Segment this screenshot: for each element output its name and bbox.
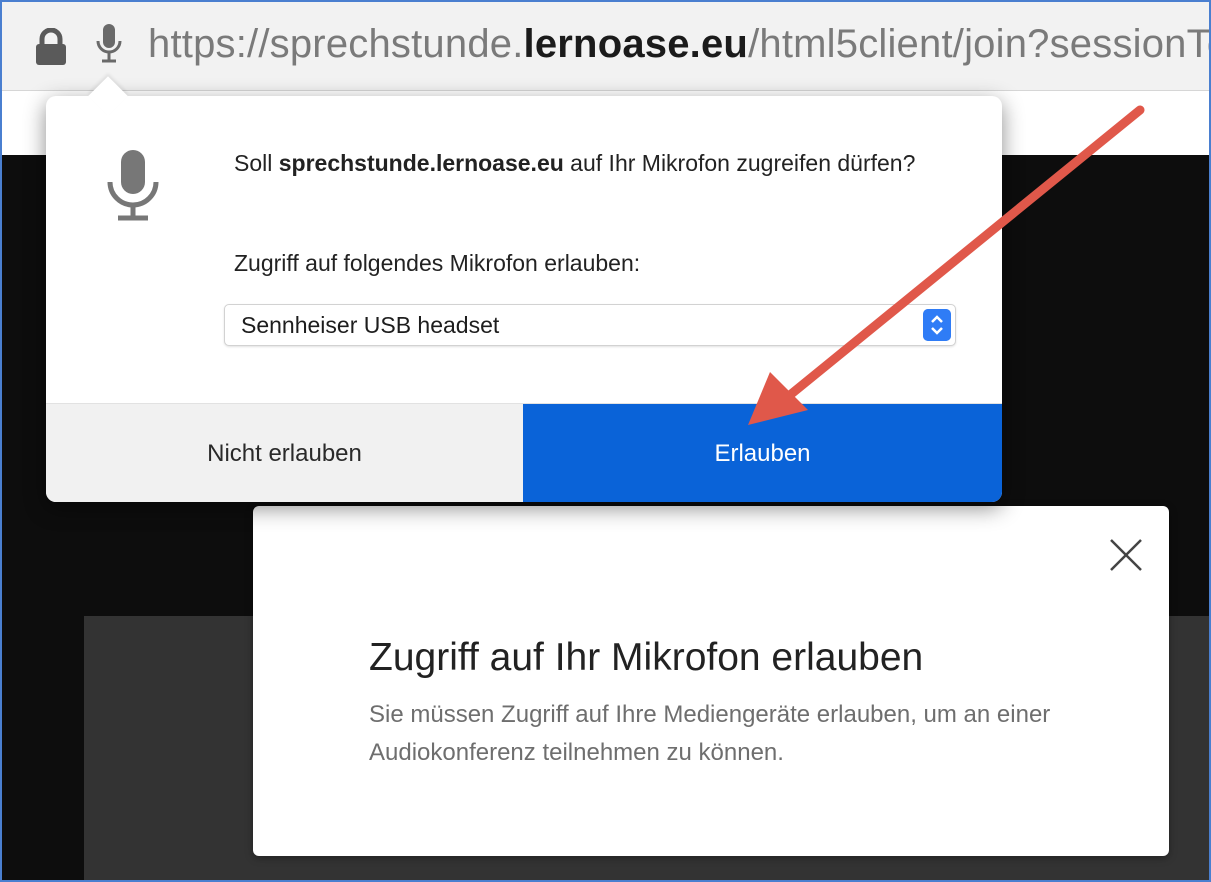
url-prefix: https://sprechstunde. xyxy=(148,22,524,66)
browser-url-bar[interactable]: https://sprechstunde.lernoase.eu/html5cl… xyxy=(0,0,1211,91)
url-host: lernoase.eu xyxy=(523,22,749,66)
close-icon[interactable] xyxy=(1109,538,1143,572)
allow-button[interactable]: Erlauben xyxy=(523,404,1002,502)
modal-title: Zugriff auf Ihr Mikrofon erlauben xyxy=(369,636,924,679)
url-suffix: /html5client/join?sessionTok xyxy=(748,22,1211,66)
question-host: sprechstunde.lernoase.eu xyxy=(278,150,564,176)
screenshot-frame: https://sprechstunde.lernoase.eu/html5cl… xyxy=(0,0,1211,882)
device-select-label: Zugriff auf folgendes Mikrofon erlauben: xyxy=(234,250,641,276)
microphone-access-modal: Zugriff auf Ihr Mikrofon erlauben Sie mü… xyxy=(253,506,1169,856)
question-prefix: Soll xyxy=(234,150,279,176)
selected-device: Sennheiser USB headset xyxy=(241,312,500,338)
microphone-device-select[interactable]: Sennheiser USB headset xyxy=(224,304,956,346)
microphone-icon xyxy=(107,150,159,221)
microphone-icon[interactable] xyxy=(96,22,122,66)
microphone-permission-popover: Soll sprechstunde.lernoase.eu auf Ihr Mi… xyxy=(46,96,1002,502)
select-stepper-icon[interactable] xyxy=(923,309,951,341)
deny-button[interactable]: Nicht erlauben xyxy=(46,404,523,502)
lock-icon xyxy=(36,28,66,65)
question-suffix: auf Ihr Mikrofon zugreifen dürfen? xyxy=(563,150,916,176)
popover-button-row: Nicht erlauben Erlauben xyxy=(46,403,1002,502)
url-text[interactable]: https://sprechstunde.lernoase.eu/html5cl… xyxy=(148,22,1211,67)
permission-question: Soll sprechstunde.lernoase.eu auf Ihr Mi… xyxy=(234,146,954,181)
modal-description: Sie müssen Zugriff auf Ihre Mediengeräte… xyxy=(369,701,1051,766)
